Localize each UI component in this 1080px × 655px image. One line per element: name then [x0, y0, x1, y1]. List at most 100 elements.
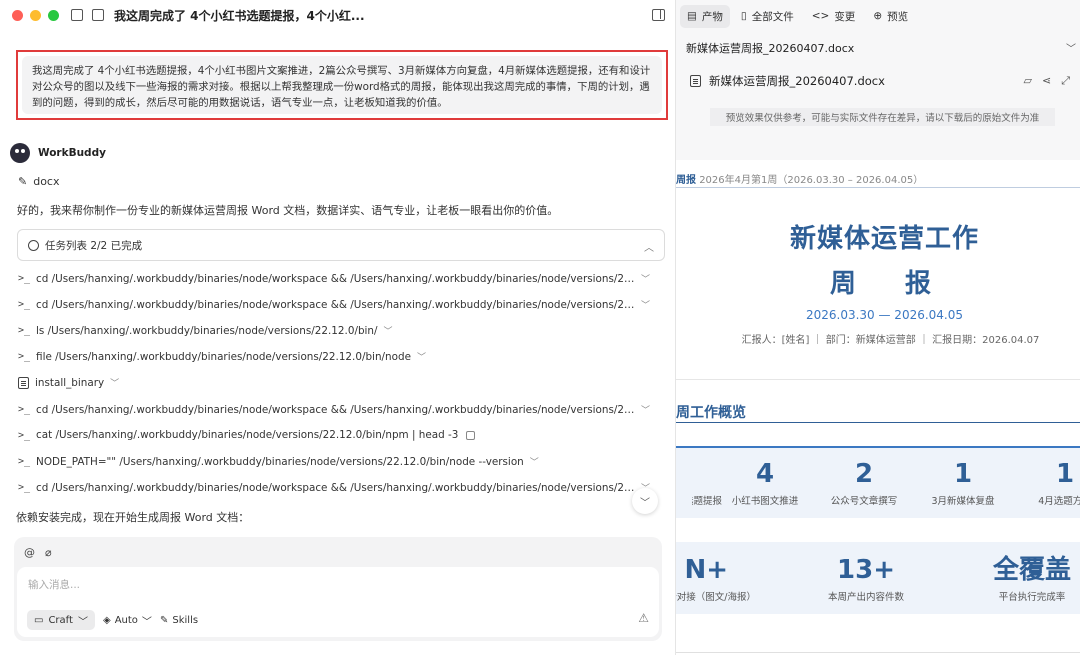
- terminal-icon: >_: [18, 429, 31, 441]
- command-text: cd /Users/hanxing/.workbuddy/binaries/no…: [36, 403, 635, 416]
- assistant-avatar: [10, 143, 30, 163]
- tab-preview[interactable]: ⊕ 预览: [866, 5, 915, 28]
- magic-wand-icon: ✎: [18, 175, 28, 188]
- skills-button[interactable]: ✎ Skills: [160, 610, 198, 630]
- divider: [676, 187, 1080, 188]
- file-select[interactable]: 新媒体运营周报_20260407.docx ﹀: [686, 40, 1076, 56]
- copy-icon[interactable]: [466, 430, 476, 440]
- chevron-down-icon: ﹀: [640, 497, 650, 509]
- stat-number: 全覆盖: [992, 555, 1071, 585]
- send-icon[interactable]: ⚠: [638, 611, 649, 625]
- new-chat-icon[interactable]: [92, 9, 104, 21]
- terminal-icon: >_: [18, 299, 31, 310]
- command-text: cd /Users/hanxing/.workbuddy/binaries/no…: [36, 298, 635, 311]
- chevron-down-icon: ﹀: [1066, 44, 1076, 55]
- command-item[interactable]: >_ cd /Users/hanxing/.workbuddy/binaries…: [18, 403, 650, 417]
- mode-select[interactable]: ▭ Craft ﹀: [27, 610, 95, 630]
- stat-card: N+ 设计对接（图文/海报）: [676, 554, 766, 606]
- stat-card: 全覆盖 平台执行完成率: [972, 554, 1080, 603]
- minimize-window-button[interactable]: [30, 9, 41, 21]
- tab-label: 变更: [834, 10, 856, 23]
- share-icon[interactable]: ⋖: [1042, 74, 1051, 88]
- stat-card: 2 公众号文章撰写: [821, 458, 907, 507]
- expand-icon[interactable]: ⤢: [1061, 74, 1070, 88]
- terminal-icon: ▭: [34, 614, 44, 626]
- stat-number: 1: [1055, 459, 1075, 489]
- assistant-name: WorkBuddy: [38, 147, 106, 159]
- stat-card: 13+ 本周产出内容件数: [806, 554, 926, 603]
- chevron-down-icon: ﹀: [416, 353, 426, 363]
- chat-pane: 我这周完成了 4个小红书选题提报，4个小红... 我这周完成了 4个小红书选题提…: [0, 0, 675, 655]
- terminal-icon: >_: [18, 351, 31, 362]
- stat-label: 小红书选题提报: [676, 493, 722, 510]
- command-text: file /Users/hanxing/.workbuddy/binaries/…: [36, 350, 411, 363]
- paperclip-icon[interactable]: ⌀: [45, 546, 52, 559]
- stat-label: 公众号文章撰写: [830, 496, 898, 507]
- report-date-range: 2026.03.30 — 2026.04.05: [805, 308, 964, 322]
- divider: [676, 652, 1080, 653]
- command-item[interactable]: >_ cd /Users/hanxing/.workbuddy/binaries…: [18, 272, 650, 286]
- chevron-down-icon: ﹀: [640, 275, 650, 285]
- panel-tabs: ▤ 产物 ▯ 全部文件 <> 变更 ⊕ 预览: [676, 0, 1080, 32]
- document-icon: [690, 75, 701, 87]
- tool-name: install_binary: [35, 376, 105, 389]
- folder-icon[interactable]: ▱: [1024, 74, 1032, 88]
- tab-changes[interactable]: <> 变更: [805, 5, 863, 28]
- week-tag-label: 周报: [676, 175, 696, 186]
- command-item[interactable]: >_ cat /Users/hanxing/.workbuddy/binarie…: [18, 429, 476, 441]
- document-icon: ▤: [687, 10, 697, 22]
- report-subtitle: 周 报: [829, 269, 952, 299]
- tab-label: 预览: [887, 10, 909, 23]
- command-item[interactable]: >_ NODE_PATH="" /Users/hanxing/.workbudd…: [18, 455, 539, 469]
- chevron-down-icon: ﹀: [141, 616, 152, 628]
- document-preview: 周报 2026年4月第1周（2026.03.30 – 2026.04.05） 新…: [676, 160, 1080, 655]
- skill-indicator[interactable]: ✎ docx: [18, 175, 60, 188]
- scroll-down-button[interactable]: ﹀: [632, 488, 658, 514]
- stat-label: 3月新媒体复盘: [931, 496, 995, 507]
- user-message: 我这周完成了 4个小红书选题提报，4个小红书图片文案推进，2篇公众号撰写、3月新…: [22, 56, 662, 114]
- chevron-down-icon: ﹀: [383, 327, 393, 337]
- stat-label-text: 小红书选题提报: [692, 496, 722, 507]
- sidebar-toggle-icon[interactable]: [71, 9, 83, 21]
- close-window-button[interactable]: [12, 9, 23, 21]
- chevron-down-icon: ﹀: [77, 616, 88, 628]
- tab-label: 产物: [701, 10, 723, 23]
- assistant-status: 依赖安装完成，现在开始生成周报 Word 文档：: [16, 511, 250, 524]
- command-text: NODE_PATH="" /Users/hanxing/.workbuddy/b…: [36, 455, 524, 468]
- stat-number: 4: [755, 459, 775, 489]
- command-item[interactable]: >_ cd /Users/hanxing/.workbuddy/binaries…: [18, 298, 650, 312]
- tab-artifacts[interactable]: ▤ 产物: [680, 4, 730, 28]
- message-input[interactable]: 输入消息... ▭ Craft ﹀ ◈ Auto ﹀ ✎ Skills ⚠: [17, 567, 659, 637]
- skills-label: Skills: [172, 614, 199, 626]
- command-text: cat /Users/hanxing/.workbuddy/binaries/n…: [36, 429, 459, 441]
- mode-label: Craft: [48, 614, 73, 626]
- assistant-intro: 好的，我来帮你制作一份专业的新媒体运营周报 Word 文档，数据详实、语气专业，…: [17, 204, 559, 217]
- mention-icon[interactable]: @: [24, 546, 35, 559]
- model-select[interactable]: ◈ Auto ﹀: [103, 610, 152, 630]
- stat-label: 平台执行完成率: [998, 592, 1066, 603]
- artifact-panel: ▤ 产物 ▯ 全部文件 <> 变更 ⊕ 预览 新媒体运营周报_20260407.…: [675, 0, 1080, 655]
- command-text: cd /Users/hanxing/.workbuddy/binaries/no…: [36, 272, 635, 285]
- section-title: 周工作概览: [676, 405, 746, 421]
- tool-item[interactable]: install_binary ﹀: [18, 376, 119, 389]
- command-item[interactable]: >_ file /Users/hanxing/.workbuddy/binari…: [18, 350, 426, 364]
- chevron-up-icon: ︿: [644, 243, 654, 254]
- stat-number: 1: [953, 459, 973, 489]
- task-list-toggle[interactable]: 任务列表 2/2 已完成 ︿: [17, 229, 665, 261]
- command-item[interactable]: >_ cd /Users/hanxing/.workbuddy/binaries…: [18, 481, 650, 495]
- terminal-icon: >_: [18, 482, 31, 493]
- window-controls: [12, 9, 59, 21]
- file-icon: ▯: [740, 10, 747, 22]
- command-item[interactable]: >_ ls /Users/hanxing/.workbuddy/binaries…: [18, 324, 393, 338]
- stat-number: 2: [854, 459, 874, 489]
- chevron-down-icon: ﹀: [529, 458, 539, 468]
- layers-icon: ◈: [103, 614, 111, 626]
- chevron-down-icon: ﹀: [640, 301, 650, 311]
- toggle-panel-icon[interactable]: [652, 9, 665, 21]
- maximize-window-button[interactable]: [48, 9, 59, 21]
- tab-all-files[interactable]: ▯ 全部文件: [734, 5, 801, 28]
- stats-row-2: N+ 设计对接（图文/海报） 13+ 本周产出内容件数 全覆盖 平台执行完成率: [676, 542, 1080, 614]
- stat-number: 13+: [837, 555, 895, 585]
- message-placeholder: 输入消息...: [28, 579, 81, 591]
- report-title: 新媒体运营工作: [789, 224, 979, 254]
